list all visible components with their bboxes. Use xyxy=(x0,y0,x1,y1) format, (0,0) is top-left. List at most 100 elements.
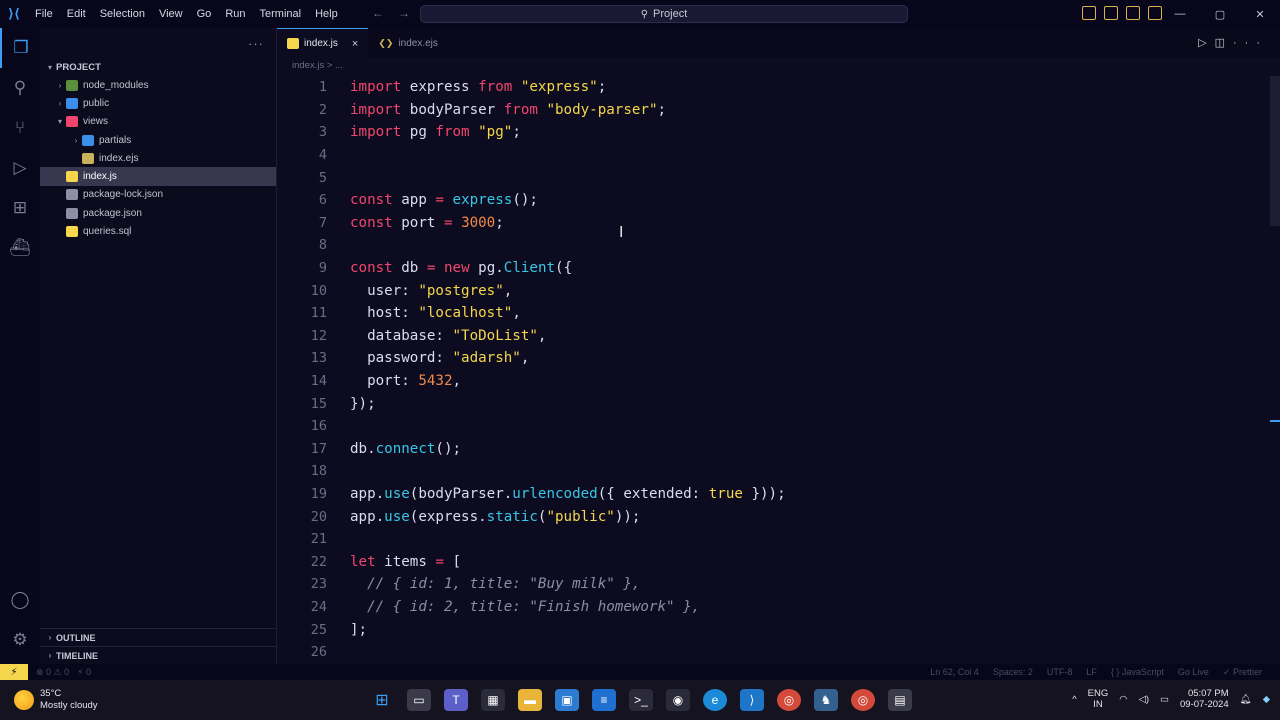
indentation[interactable]: Spaces: 2 xyxy=(993,667,1033,678)
wifi-icon[interactable]: ◠ xyxy=(1119,694,1127,705)
outline-section[interactable]: › OUTLINE xyxy=(40,628,276,646)
js-file-icon xyxy=(66,171,78,183)
file-explorer-icon[interactable]: ▬ xyxy=(518,689,542,711)
battery-icon[interactable]: ▭ xyxy=(1160,694,1169,705)
notification-bell-icon[interactable]: 🔔︎ xyxy=(1240,694,1252,705)
tree-item-index-js[interactable]: index.js xyxy=(40,167,276,186)
line-number: 10 xyxy=(310,282,327,299)
problems-indicator[interactable]: ⊗ 0 ⚠ 0 xyxy=(36,667,69,678)
terminal-icon[interactable]: >_ xyxy=(629,689,653,711)
code-text: const port = 3000; xyxy=(350,214,504,231)
maximize-icon[interactable]: ▢ xyxy=(1200,0,1240,28)
store-icon[interactable]: ▦ xyxy=(481,689,505,711)
edge-icon[interactable]: e xyxy=(703,689,727,711)
command-center-search[interactable]: ⚲ Project xyxy=(420,5,908,23)
menu-run[interactable]: Run xyxy=(218,8,252,20)
menu-edit[interactable]: Edit xyxy=(60,8,93,20)
menu-terminal[interactable]: Terminal xyxy=(253,8,309,20)
menu-selection[interactable]: Selection xyxy=(93,8,152,20)
toggle-secondary-sidebar-icon[interactable] xyxy=(1126,6,1140,20)
menu-view[interactable]: View xyxy=(152,8,190,20)
tree-item-public[interactable]: › public xyxy=(40,94,276,112)
remote-icon[interactable]: ⚡ xyxy=(0,664,28,680)
timeline-section[interactable]: › TIMELINE xyxy=(40,646,276,664)
editor-scrollbar[interactable] xyxy=(1270,76,1280,226)
notepad-icon[interactable]: ≡ xyxy=(592,689,616,711)
tab-index-js[interactable]: index.js × xyxy=(277,28,369,58)
cursor-position[interactable]: Ln 62, Col 4 xyxy=(930,667,979,678)
vscode-icon[interactable]: ⟩ xyxy=(740,689,764,711)
line-number: 14 xyxy=(310,373,327,390)
copilot-icon[interactable]: ◆ xyxy=(1263,694,1270,705)
vscode-logo-icon: ⟩⟨ xyxy=(8,6,20,21)
line-number: 12 xyxy=(310,327,327,344)
code-text: const db = new pg.Client({ xyxy=(350,260,573,277)
tree-item-package-json[interactable]: package.json xyxy=(40,204,276,222)
chrome-icon[interactable]: ◎ xyxy=(777,689,801,711)
tree-item-index-ejs[interactable]: index.ejs xyxy=(40,149,276,167)
windows-start-icon[interactable]: ⊞ xyxy=(370,689,394,711)
github-icon[interactable]: ◉ xyxy=(666,689,690,711)
tree-item-views[interactable]: ▾ views xyxy=(40,113,276,131)
language-code: ENG xyxy=(1087,688,1109,699)
timeline-label: TIMELINE xyxy=(56,650,98,661)
code-text: import express from "express"; xyxy=(350,79,607,96)
close-tab-icon[interactable]: × xyxy=(352,38,358,50)
language-indicator[interactable]: ENG IN xyxy=(1088,688,1109,710)
ports-indicator[interactable]: ⚡ 0 xyxy=(77,667,91,678)
settings-gear-icon[interactable]: ⚙ xyxy=(0,620,40,660)
encoding[interactable]: UTF-8 xyxy=(1047,667,1073,678)
source-control-icon[interactable]: ⑂ xyxy=(0,108,40,148)
toggle-panel-icon[interactable] xyxy=(1104,6,1118,20)
chevron-up-icon[interactable]: ^ xyxy=(1072,694,1076,705)
clock[interactable]: 05:07 PM 09-07-2024 xyxy=(1180,688,1229,710)
postgres-icon[interactable]: ♞ xyxy=(814,689,838,711)
project-folder-header[interactable]: ▾ PROJECT xyxy=(40,58,276,76)
menu-help[interactable]: Help xyxy=(308,8,345,20)
toggle-sidebar-icon[interactable] xyxy=(1082,6,1096,20)
tab-label: index.js xyxy=(304,38,338,49)
menu-go[interactable]: Go xyxy=(190,8,219,20)
back-arrow-icon[interactable]: ← xyxy=(372,6,398,20)
menu-file[interactable]: File xyxy=(28,8,60,20)
task-view-icon[interactable]: ▭ xyxy=(407,689,431,711)
teams-icon[interactable]: T xyxy=(444,689,468,711)
code-line: 26 xyxy=(277,641,327,664)
close-window-icon[interactable]: ✕ xyxy=(1240,0,1280,28)
prettier-status[interactable]: ✓ Prettier xyxy=(1223,667,1262,678)
code-text: import bodyParser from "body-parser"; xyxy=(350,101,667,118)
language-mode[interactable]: { } JavaScript xyxy=(1111,667,1164,678)
search-view-icon[interactable]: ⚲ xyxy=(0,68,40,108)
split-editor-icon[interactable]: ◫ xyxy=(1215,37,1233,49)
photos-icon[interactable]: ▣ xyxy=(555,689,579,711)
chrome-profile-icon[interactable]: ◎ xyxy=(851,689,875,711)
app-window-icon[interactable]: ▤ xyxy=(888,689,912,711)
code-line: 24 // { id: 2, title: "Finish homework" … xyxy=(277,596,700,619)
run-icon[interactable]: ▷ xyxy=(1198,37,1214,49)
tab-index-ejs[interactable]: ❮❯ index.ejs xyxy=(368,28,448,58)
accounts-icon[interactable]: ◯ xyxy=(0,580,40,620)
tree-item-label: index.js xyxy=(83,171,117,183)
docker-icon[interactable]: ⛴ xyxy=(0,228,40,268)
minimize-icon[interactable]: — xyxy=(1160,0,1200,28)
end-of-line[interactable]: LF xyxy=(1086,667,1097,678)
volume-icon[interactable]: ◁) xyxy=(1139,694,1149,705)
go-live-button[interactable]: Go Live xyxy=(1178,667,1209,678)
ejs-file-icon xyxy=(82,152,94,164)
code-line: 23 // { id: 1, title: "Buy milk" }, xyxy=(277,573,641,596)
tree-item-node-modules[interactable]: › node_modules xyxy=(40,76,276,94)
tree-item-package-lock[interactable]: package-lock.json xyxy=(40,186,276,204)
code-editor[interactable]: 1 import express from "express"; 2 import … xyxy=(277,76,1280,664)
breadcrumb[interactable]: index.js > ... xyxy=(292,60,343,71)
extensions-icon[interactable]: ⊞ xyxy=(0,188,40,228)
run-debug-icon[interactable]: ▷ xyxy=(0,148,40,188)
line-number: 15 xyxy=(310,395,327,412)
tree-item-queries-sql[interactable]: queries.sql xyxy=(40,222,276,240)
explorer-icon[interactable]: ❐ xyxy=(0,28,40,68)
code-line: 3 import pg from "pg"; xyxy=(277,121,521,144)
sidebar-more-button[interactable]: ··· xyxy=(40,28,276,58)
weather-widget[interactable]: 35°C Mostly cloudy xyxy=(14,688,98,712)
more-actions-icon[interactable]: ··· xyxy=(1233,37,1268,49)
tree-item-partials[interactable]: › partials xyxy=(40,131,276,149)
outline-label: OUTLINE xyxy=(56,632,96,643)
